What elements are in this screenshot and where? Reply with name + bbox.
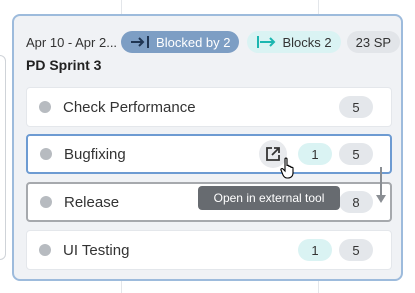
sprint-card[interactable]: Apr 10 - Apr 2... Blocked by 2 Blocks 2 …: [12, 14, 403, 281]
sprint-title: PD Sprint 3: [26, 57, 102, 73]
story-points-badge: 5: [339, 239, 373, 261]
drag-arrow-icon: [376, 167, 386, 203]
external-tool-tooltip: Open in external tool: [198, 186, 340, 210]
item-label: UI Testing: [63, 241, 130, 259]
status-dot-icon: [39, 101, 51, 113]
blocked-by-icon: [131, 36, 150, 48]
status-dot-icon: [39, 244, 51, 256]
subtask-count-badge: 1: [298, 143, 332, 165]
story-points-badge: 5: [339, 143, 373, 165]
list-item-bugfixing[interactable]: Bugfixing 1 5: [26, 134, 392, 174]
status-dot-icon: [40, 196, 52, 208]
list-item-ui-testing[interactable]: UI Testing 1 5: [26, 230, 392, 270]
blocked-by-chip[interactable]: Blocked by 2: [121, 31, 240, 53]
sprint-dates: Apr 10 - Apr 2...: [26, 34, 118, 50]
status-dot-icon: [40, 148, 52, 160]
hand-cursor-icon: [280, 157, 294, 179]
blocks-chip[interactable]: Blocks 2: [247, 31, 341, 53]
blocks-label: Blocks 2: [282, 34, 332, 50]
item-label: Check Performance: [63, 98, 196, 116]
external-link-icon: [266, 147, 280, 161]
blocked-by-label: Blocked by 2: [156, 34, 231, 50]
subtask-count-badge: 1: [298, 239, 332, 261]
sprint-header: Apr 10 - Apr 2... Blocked by 2 Blocks 2 …: [26, 29, 401, 55]
story-points-badge: 5: [339, 96, 373, 118]
story-points-chip: 23 SP: [346, 31, 401, 53]
list-item-check-performance[interactable]: Check Performance 5: [26, 87, 392, 127]
blocks-icon: [257, 36, 276, 48]
adjacent-card-edge: [0, 55, 6, 260]
story-points-badge: 8: [339, 191, 373, 213]
